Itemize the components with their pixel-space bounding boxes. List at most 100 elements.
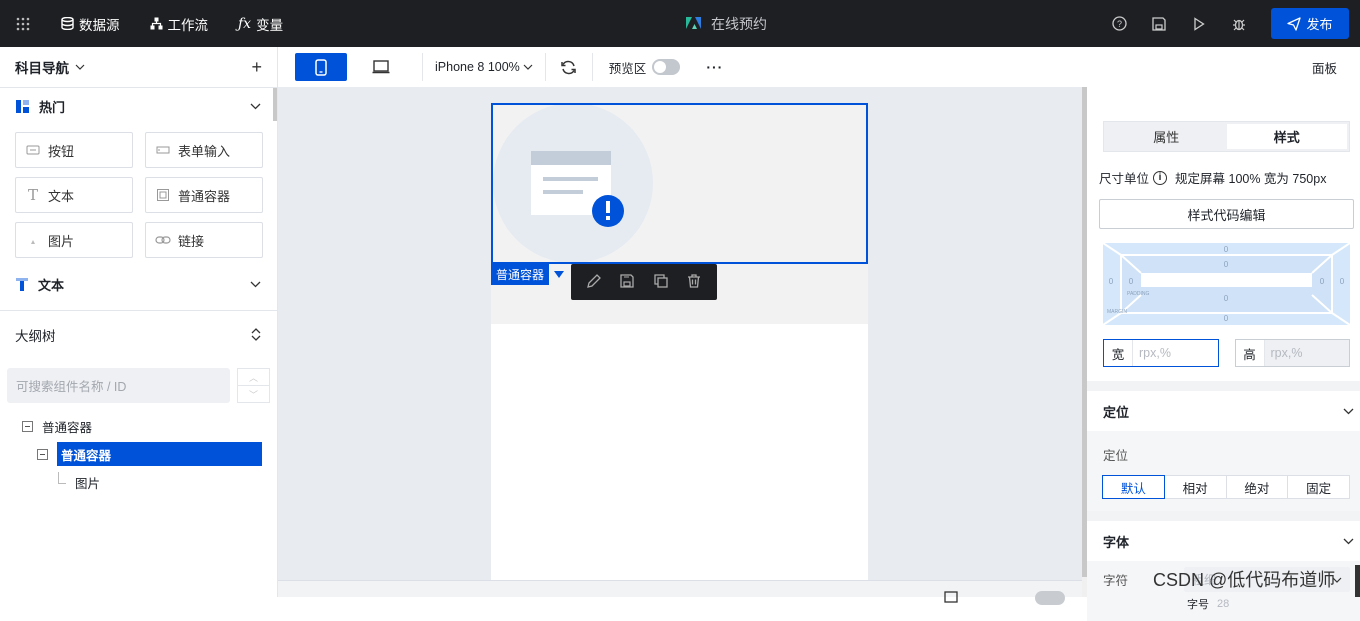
panel-button[interactable]: 面板: [1312, 58, 1337, 77]
chevron-down-icon: [1343, 408, 1354, 414]
datasource-button[interactable]: 数据源: [46, 0, 135, 47]
right-panel: 属性 样式 尺寸单位 i 规定屏幕 100% 宽为 750px 样式代码编辑 0…: [1087, 87, 1360, 621]
mobile-view-button[interactable]: [295, 53, 347, 81]
save-icon[interactable]: [1139, 0, 1179, 47]
debug-icon[interactable]: [1219, 0, 1259, 47]
chevron-down-icon: [75, 64, 85, 70]
chevron-down-icon: [1343, 538, 1354, 544]
position-segmented-control: 默认 相对 绝对 固定: [1102, 475, 1350, 499]
function-icon: ƒx: [238, 15, 252, 32]
component-link[interactable]: 链接: [145, 222, 263, 258]
database-icon: [61, 17, 74, 30]
add-icon[interactable]: +: [251, 57, 262, 78]
button-icon: [25, 145, 41, 155]
tree-node-selected[interactable]: 普通容器: [0, 440, 277, 468]
text-section-header[interactable]: 文本: [0, 266, 277, 302]
padding-left-value: 0: [1129, 277, 1134, 286]
info-icon[interactable]: i: [1153, 170, 1168, 185]
margin-top-value: 0: [1224, 245, 1229, 254]
publish-button[interactable]: 发布: [1271, 8, 1349, 39]
selected-component-tag[interactable]: 普通容器: [491, 264, 550, 285]
top-bar: 数据源 工作流 ƒx 变量 在线预约 ? 发布: [0, 0, 1360, 47]
property-tabs: 属性 样式: [1103, 121, 1350, 152]
component-form-input[interactable]: 表单输入: [145, 132, 263, 168]
height-field[interactable]: 高 rpx,%: [1234, 339, 1350, 367]
component-action-bar: [571, 264, 717, 300]
outline-stepper[interactable]: ︿ ﹀: [237, 368, 270, 403]
workflow-button[interactable]: 工作流: [135, 0, 224, 47]
more-icon[interactable]: ···: [706, 59, 723, 75]
workflow-icon: [150, 17, 163, 30]
tab-properties[interactable]: 属性: [1106, 124, 1227, 149]
box-model-diagram: 0 0 0 0 0 0 0 0 PADDING MARGIN: [1103, 243, 1350, 325]
chevron-down-icon: [523, 64, 533, 70]
nav-title-dropdown[interactable]: 科目导航: [15, 57, 85, 77]
position-option-absolute[interactable]: 绝对: [1225, 475, 1289, 499]
padding-right-value: 0: [1320, 277, 1325, 286]
margin-left-value: 0: [1109, 277, 1114, 286]
tag-dropdown-icon[interactable]: [554, 271, 564, 278]
delete-icon[interactable]: [686, 273, 702, 292]
position-option-default[interactable]: 默认: [1102, 475, 1165, 499]
left-panel: 科目导航 + 热门 按钮 表单输入 T 文本 普通容器 图片 链接 文本 大纲树 …: [0, 47, 278, 597]
box-model-editor[interactable]: 0 0 0 0 0 0 0 0 PADDING MARGIN: [1103, 243, 1350, 325]
selection-outline: [491, 103, 868, 264]
tree-node[interactable]: 普通容器: [0, 412, 277, 440]
preview-toggle[interactable]: [652, 59, 681, 75]
chevron-down-icon[interactable]: ﹀: [238, 385, 269, 402]
send-icon: [1287, 16, 1302, 31]
chevron-up-icon[interactable]: ︿: [238, 369, 269, 385]
play-icon[interactable]: [1179, 0, 1219, 47]
margin-right-value: 0: [1340, 277, 1345, 286]
refresh-icon[interactable]: [546, 60, 592, 75]
help-icon[interactable]: ?: [1099, 0, 1139, 47]
collapse-toggle-icon[interactable]: [22, 420, 33, 432]
save-icon[interactable]: [619, 273, 635, 292]
tree-node[interactable]: 图片: [0, 468, 277, 496]
font-size-value[interactable]: 28: [1217, 598, 1229, 610]
component-button[interactable]: 按钮: [15, 132, 133, 168]
variables-button[interactable]: ƒx 变量: [223, 0, 298, 47]
hot-section-header[interactable]: 热门: [0, 88, 277, 124]
margin-label: MARGIN: [1107, 309, 1127, 315]
left-scrollbar[interactable]: [273, 88, 277, 121]
position-group-header[interactable]: 定位: [1087, 391, 1360, 431]
desktop-view-button[interactable]: [355, 53, 407, 81]
image-icon: [25, 235, 41, 245]
app-title: 在线预约: [684, 14, 767, 34]
font-group-header[interactable]: 字体: [1087, 521, 1360, 561]
outline-search-input[interactable]: 可搜索组件名称 / ID: [7, 368, 230, 403]
collapse-toggle-icon[interactable]: [37, 448, 48, 460]
divider: [1087, 511, 1360, 521]
margin-bottom-value: 0: [1224, 314, 1229, 323]
padding-bottom-value: 0: [1224, 294, 1229, 303]
edit-icon[interactable]: [586, 273, 602, 292]
component-image[interactable]: 图片: [15, 222, 133, 258]
preview-label: 预览区: [608, 61, 647, 76]
watermark-text: CSDN @低代码布道师: [1153, 570, 1336, 590]
width-field[interactable]: 宽 rpx,%: [1103, 339, 1219, 367]
copy-icon[interactable]: [653, 273, 669, 292]
divider: [1087, 381, 1360, 391]
device-select[interactable]: iPhone 8 100%: [423, 60, 545, 74]
nav-header: 科目导航 +: [0, 47, 277, 88]
zoom-toggle[interactable]: [1035, 591, 1065, 605]
screen-icon[interactable]: [944, 591, 958, 603]
canvas-toolbar: iPhone 8 100% 预览区 ··· 面板: [278, 47, 1360, 88]
chevron-down-icon: [250, 281, 261, 287]
component-container[interactable]: 普通容器: [145, 177, 263, 213]
padding-label: PADDING: [1127, 291, 1150, 297]
apps-grid-icon[interactable]: [0, 0, 46, 47]
position-option-fixed[interactable]: 固定: [1287, 475, 1350, 499]
font-size-label: 字号: [1187, 599, 1209, 611]
outline-tree-header[interactable]: 大纲树: [0, 310, 277, 358]
component-text[interactable]: T 文本: [15, 177, 133, 213]
tab-styles[interactable]: 样式: [1226, 124, 1347, 149]
style-code-edit-button[interactable]: 样式代码编辑: [1099, 199, 1354, 229]
position-label: 定位: [1103, 449, 1129, 463]
tree-connector: [58, 472, 66, 484]
position-group-body: 定位 默认 相对 绝对 固定: [1087, 431, 1360, 511]
right-scrollbar[interactable]: [1355, 565, 1360, 597]
position-option-relative[interactable]: 相对: [1163, 475, 1227, 499]
text-section-icon: [16, 277, 28, 291]
